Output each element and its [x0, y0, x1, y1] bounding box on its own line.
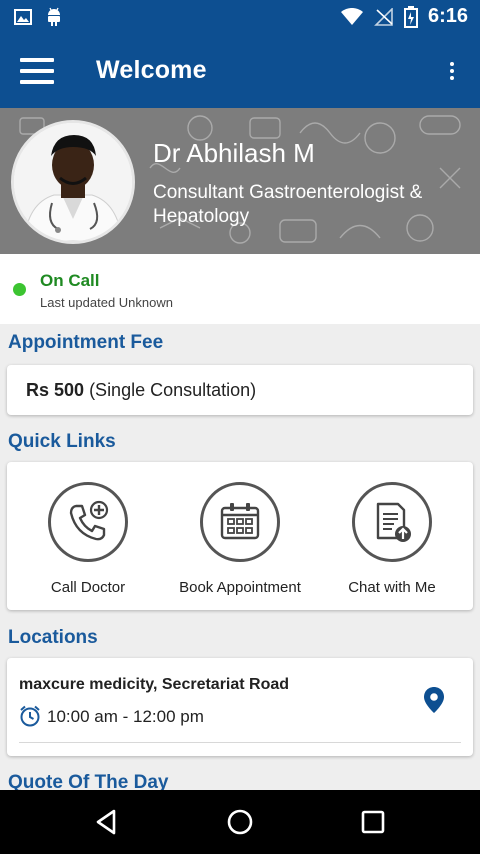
back-icon[interactable] [92, 807, 122, 837]
calendar-icon [200, 482, 280, 562]
chat-with-me-button[interactable]: Chat with Me [316, 482, 468, 596]
location-timing: 10:00 am - 12:00 pm [47, 707, 204, 726]
document-upload-icon [352, 482, 432, 562]
call-doctor-label: Call Doctor [50, 579, 126, 596]
phone-plus-icon [48, 482, 128, 562]
image-icon [14, 9, 32, 25]
no-signal-icon [374, 7, 393, 26]
system-navigation-bar [0, 790, 480, 854]
fee-amount: Rs 500 [26, 380, 85, 400]
app-bar: Welcome [0, 36, 480, 108]
divider [19, 742, 461, 743]
quick-links-card: Call Doctor Book Appointment Chat with M… [7, 462, 473, 610]
location-name: maxcure medicity, Secretariat Road [19, 676, 290, 693]
overflow-menu-icon[interactable] [448, 62, 456, 84]
android-icon [48, 7, 60, 26]
appointment-fee-heading: Appointment Fee [8, 332, 164, 353]
status-dot-icon [13, 283, 26, 296]
page-title: Welcome [96, 56, 207, 84]
chat-with-me-label: Chat with Me [348, 579, 436, 596]
alarm-clock-icon [20, 705, 40, 727]
battery-icon [403, 5, 418, 28]
availability-label: On Call [40, 271, 100, 290]
map-pin-icon[interactable] [423, 686, 445, 714]
quick-links-heading: Quick Links [8, 431, 116, 452]
recent-apps-icon[interactable] [358, 807, 388, 837]
last-updated-text: Last updated Unknown [40, 295, 173, 310]
book-appointment-button[interactable]: Book Appointment [164, 482, 316, 596]
locations-heading: Locations [8, 627, 98, 648]
status-time: 6:16 [427, 5, 468, 27]
hamburger-menu-icon[interactable] [20, 58, 54, 86]
doctor-profile-header: Dr Abhilash M Consultant Gastroenterolog… [0, 108, 480, 254]
status-bar: 6:16 [0, 0, 480, 36]
doctor-name: Dr Abhilash M [153, 138, 315, 168]
home-icon[interactable] [225, 807, 255, 837]
doctor-avatar [11, 120, 135, 244]
call-doctor-button[interactable]: Call Doctor [12, 482, 164, 596]
fee-text: Rs 500 (Single Consultation) [26, 380, 256, 401]
wifi-icon [340, 7, 363, 25]
location-card[interactable]: maxcure medicity, Secretariat Road 10:00… [7, 658, 473, 756]
doctor-specialty: Consultant Gastroenterologist & Hepatolo… [153, 182, 423, 227]
availability-status: On Call Last updated Unknown [0, 254, 480, 324]
appointment-fee-card: Rs 500 (Single Consultation) [7, 365, 473, 415]
fee-note: (Single Consultation) [89, 380, 257, 400]
app-screen: 6:16 Welcome Dr Abhilash M Consultant Ga… [0, 0, 480, 854]
book-appointment-label: Book Appointment [179, 579, 301, 596]
